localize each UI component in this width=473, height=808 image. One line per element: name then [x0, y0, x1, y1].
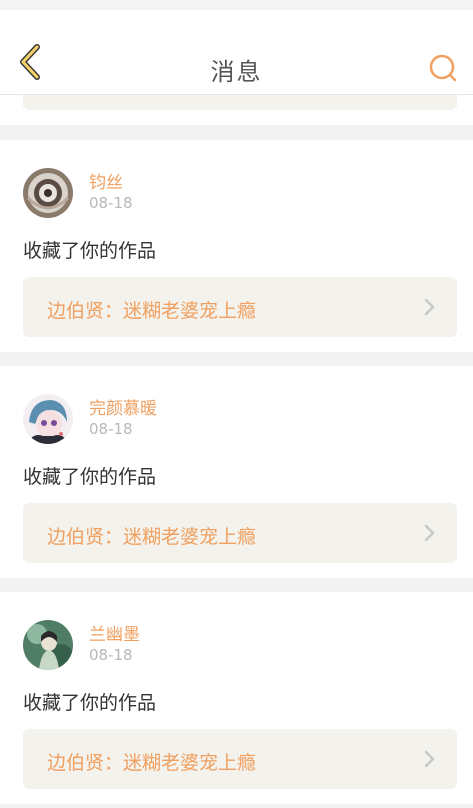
- avatar[interactable]: [23, 168, 73, 218]
- app-header: 消息: [0, 10, 473, 95]
- search-icon: [429, 54, 457, 82]
- avatar[interactable]: [23, 620, 73, 670]
- work-title: 边伯贤：迷糊老婆宠上瘾: [47, 752, 257, 774]
- username[interactable]: 钧丝: [89, 168, 123, 193]
- message-card: 完颜慕暖 08-18 收藏了你的作品 边伯贤：迷糊老婆宠上瘾: [0, 366, 473, 578]
- avatar-image: [23, 394, 73, 444]
- status-strip: [0, 0, 473, 10]
- username[interactable]: 兰幽墨: [89, 620, 140, 645]
- work-link[interactable]: 边伯贤：迷糊老婆宠上瘾: [23, 503, 457, 563]
- page-title: 消息: [210, 58, 263, 86]
- action-text: 收藏了你的作品: [23, 692, 157, 714]
- chevron-right-icon: [424, 298, 435, 316]
- chevron-right-icon: [424, 750, 435, 768]
- previous-work-link[interactable]: [23, 95, 457, 110]
- search-button[interactable]: [425, 50, 461, 86]
- chevron-right-icon: [424, 524, 435, 542]
- avatar[interactable]: [23, 394, 73, 444]
- message-date: 08-18: [89, 646, 133, 664]
- username[interactable]: 完颜慕暖: [89, 394, 157, 419]
- work-link[interactable]: 边伯贤：迷糊老婆宠上瘾: [23, 729, 457, 789]
- avatar-image: [23, 620, 73, 670]
- message-card: 钧丝 08-18 收藏了你的作品 边伯贤：迷糊老婆宠上瘾: [0, 140, 473, 352]
- work-title: 边伯贤：迷糊老婆宠上瘾: [47, 526, 257, 548]
- message-date: 08-18: [89, 420, 133, 438]
- action-text: 收藏了你的作品: [23, 240, 157, 262]
- work-title: 边伯贤：迷糊老婆宠上瘾: [47, 300, 257, 322]
- message-date: 08-18: [89, 194, 133, 212]
- message-card: 兰幽墨 08-18 收藏了你的作品 边伯贤：迷糊老婆宠上瘾: [0, 592, 473, 804]
- previous-message-card: [0, 95, 473, 125]
- work-link[interactable]: 边伯贤：迷糊老婆宠上瘾: [23, 277, 457, 337]
- action-text: 收藏了你的作品: [23, 466, 157, 488]
- avatar-image: [23, 168, 73, 218]
